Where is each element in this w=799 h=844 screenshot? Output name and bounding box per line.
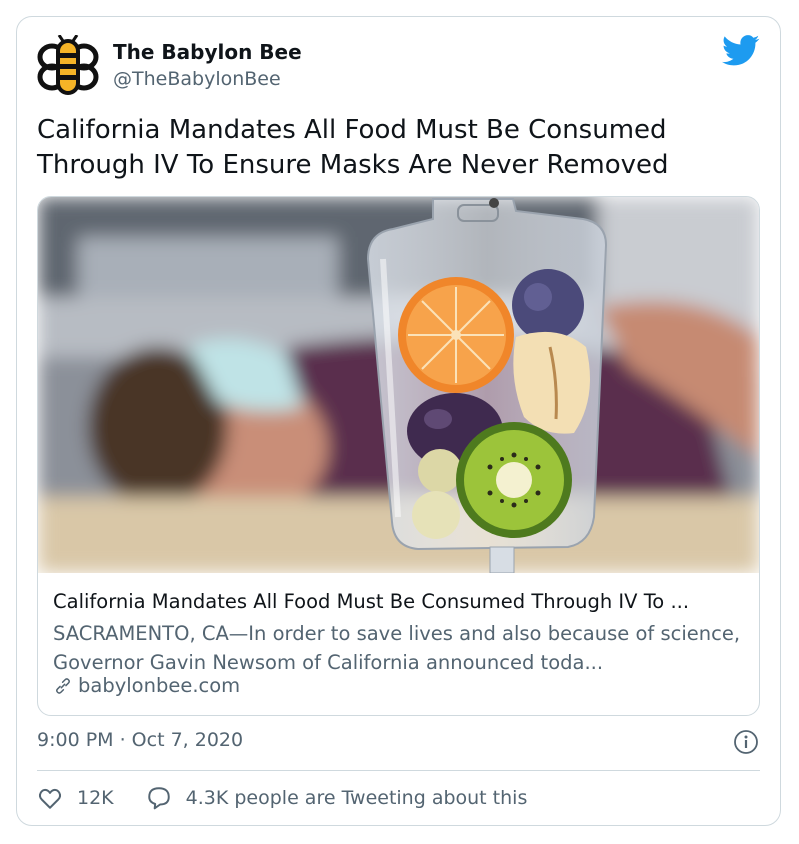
link-domain[interactable]: babylonbee.com bbox=[53, 674, 240, 697]
tweet-timestamp[interactable]: 9:00 PM · Oct 7, 2020 bbox=[37, 729, 243, 751]
speech-bubble-icon bbox=[147, 787, 170, 810]
tweet-actions: 12K 4.3K people are Tweeting about this bbox=[37, 785, 559, 811]
like-count: 12K bbox=[77, 787, 114, 809]
tweet-text: California Mandates All Food Must Be Con… bbox=[37, 115, 669, 180]
heart-icon bbox=[38, 788, 62, 809]
conversation-button[interactable]: 4.3K people are Tweeting about this bbox=[146, 785, 528, 811]
link-domain-text[interactable]: babylonbee.com bbox=[78, 674, 240, 697]
link-icon bbox=[56, 677, 70, 694]
like-button[interactable]: 12K bbox=[37, 785, 114, 811]
twitter-bird-icon[interactable] bbox=[722, 35, 760, 67]
link-description: SACRAMENTO, CA—In order to save lives an… bbox=[53, 622, 741, 674]
tweeting-count: 4.3K people are Tweeting about this bbox=[185, 787, 528, 809]
display-name[interactable]: The Babylon Bee bbox=[113, 40, 302, 64]
divider bbox=[37, 770, 760, 771]
user-handle[interactable]: @TheBabylonBee bbox=[113, 68, 281, 90]
babylon-bee-logo[interactable] bbox=[37, 35, 99, 97]
link-title[interactable]: California Mandates All Food Must Be Con… bbox=[53, 590, 748, 613]
info-icon[interactable] bbox=[733, 729, 759, 755]
link-preview-image[interactable] bbox=[38, 197, 759, 573]
link-preview-card[interactable]: California Mandates All Food Must Be Con… bbox=[37, 196, 760, 716]
